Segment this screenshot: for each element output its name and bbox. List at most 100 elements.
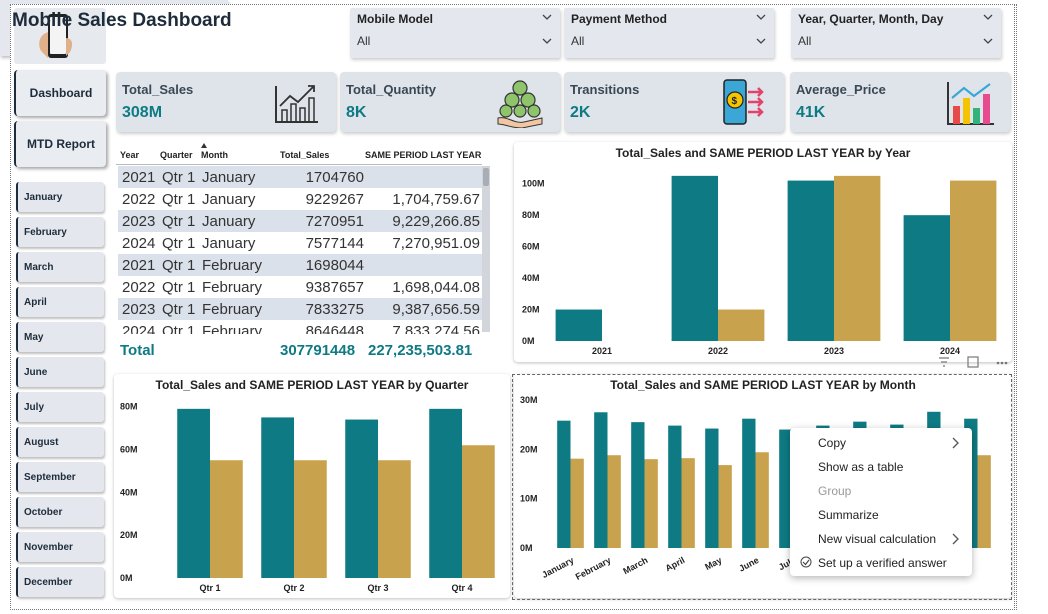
menu-item-new-visual-calculation[interactable]: New visual calculation	[818, 532, 936, 546]
y-tick-label: 0M	[120, 573, 133, 583]
month-label: June	[24, 367, 48, 378]
context-menu[interactable]: Copy Show as a table Group Summarize New vis…	[790, 428, 972, 576]
chevron-right-icon[interactable]	[952, 437, 960, 449]
quarter-chart-svg[interactable]: 0M 20M 40M 60M 80M Qtr 1 Qtr 2 Qtr 3 Qtr 4	[114, 374, 510, 598]
table-cell: 8646448	[305, 323, 364, 334]
verified-check-icon	[800, 556, 812, 568]
chevron-down-icon[interactable]	[756, 36, 766, 46]
month-button-december[interactable]: December	[16, 567, 104, 597]
table-row[interactable]: 2023 Qtr 1 January 7270951 9,229,266.85	[118, 210, 482, 232]
table-header-year[interactable]: Year	[120, 150, 139, 160]
month-button-october[interactable]: October	[16, 497, 104, 527]
month-label: September	[24, 472, 76, 483]
slicer-label: Payment Method	[571, 12, 668, 26]
table-header-quarter[interactable]: Quarter	[160, 150, 193, 160]
chevron-right-icon[interactable]	[952, 533, 960, 545]
month-button-september[interactable]: September	[16, 462, 104, 492]
month-button-january[interactable]: January	[16, 182, 104, 212]
table-cell: January	[202, 235, 256, 252]
month-button-may[interactable]: May	[16, 322, 104, 352]
bar-total-sales[interactable]	[345, 419, 378, 578]
table-cell: 7577144	[305, 235, 364, 252]
table-cell: Qtr 1	[162, 279, 196, 296]
chevron-down-icon[interactable]	[542, 12, 552, 22]
year-chart[interactable]: Total_Sales and SAME PERIOD LAST YEAR by…	[514, 142, 1012, 362]
chevron-down-icon[interactable]	[983, 36, 993, 46]
table-cell: 9387657	[305, 279, 364, 296]
chevron-down-icon[interactable]	[756, 12, 766, 22]
bar-total-sales[interactable]	[555, 309, 602, 341]
bar-total-sales[interactable]	[261, 417, 294, 578]
table-header-month[interactable]: Month	[201, 150, 228, 160]
y-tick-label: 100M	[522, 179, 545, 189]
table-header-total-sales[interactable]: Total_Sales	[280, 150, 329, 160]
bar-same-period[interactable]	[834, 175, 881, 341]
filter-icon[interactable]	[939, 357, 949, 367]
month-button-november[interactable]: November	[16, 532, 104, 562]
line-chart-icon	[275, 85, 318, 123]
page-title: Mobile Sales Dashboard	[12, 10, 232, 31]
bar-same-period[interactable]	[294, 460, 327, 578]
month-button-february[interactable]: February	[16, 217, 104, 247]
quarter-chart[interactable]: Total_Sales and SAME PERIOD LAST YEAR by…	[114, 374, 510, 598]
table-cell: 2022	[122, 279, 156, 296]
mtd-report-button[interactable]: MTD Report	[14, 121, 106, 167]
bar-total-sales[interactable]	[429, 408, 462, 578]
visual-header-icons[interactable]	[938, 356, 1010, 368]
chevron-down-icon[interactable]	[983, 12, 993, 22]
menu-item-summarize[interactable]: Summarize	[818, 508, 879, 522]
payment-method-slicer[interactable]: Payment Method All	[564, 8, 774, 58]
table-row[interactable]: 2023 Qtr 1 February 7833275 9,387,656.59	[118, 298, 482, 320]
bar-same-period[interactable]	[378, 460, 411, 578]
x-tick-label: Qtr 4	[451, 583, 472, 593]
menu-item-set-up-a-verified-answer[interactable]: Set up a verified answer	[818, 556, 947, 570]
bar-total-sales[interactable]	[177, 408, 210, 578]
slicer-value[interactable]: All	[571, 34, 584, 48]
scrollbar-thumb[interactable]	[483, 168, 489, 186]
kpi-label: Total_Sales	[122, 82, 194, 97]
mobile-model-slicer[interactable]: Mobile Model All	[350, 8, 560, 58]
table-body[interactable]: 2021 Qtr 1 January 1704760 2022 Qtr 1 January 9…	[116, 166, 482, 334]
slicer-value[interactable]: All	[798, 34, 811, 48]
bar-same-period[interactable]	[718, 309, 765, 341]
total-same-period-value: 227,235,503.81	[368, 342, 473, 359]
table-row[interactable]: 2021 Qtr 1 February 1698044	[118, 254, 482, 276]
bar-same-period[interactable]	[950, 180, 997, 341]
date-hierarchy-slicer[interactable]: Year, Quarter, Month, Day All	[791, 8, 1001, 58]
month-button-april[interactable]: April	[16, 287, 104, 317]
table-cell: Qtr 1	[162, 257, 196, 274]
more-options-icon[interactable]	[996, 361, 1008, 365]
bar-total-sales[interactable]	[903, 215, 950, 341]
month-button-august[interactable]: August	[16, 427, 104, 457]
menu-item-show-as-a-table[interactable]: Show as a table	[818, 460, 903, 474]
table-row[interactable]: 2022 Qtr 1 January 9229267 1,704,759.67	[118, 188, 482, 210]
slicer-value[interactable]: All	[357, 34, 370, 48]
kpi-average-price: Average_Price 41K	[790, 72, 1010, 132]
table-header-same-period[interactable]: SAME PERIOD LAST YEAR	[365, 150, 481, 160]
bar-total-sales[interactable]	[787, 180, 834, 341]
year-chart-svg[interactable]: 0M 20M 40M 60M 80M 100M 2021 2022 2023 2024	[514, 142, 1012, 362]
bar-total-sales[interactable]	[671, 175, 718, 341]
table-row[interactable]: 2022 Qtr 1 February 9387657 1,698,044.08	[118, 276, 482, 298]
month-button-july[interactable]: July	[16, 392, 104, 422]
x-tick-label: Qtr 2	[283, 583, 304, 593]
table-cell: 2023	[122, 213, 156, 230]
bar-same-period[interactable]	[462, 445, 495, 578]
coins-icon	[497, 80, 543, 128]
table-row[interactable]: 2024 Qtr 1 January 7577144 7,270,951.09	[118, 232, 482, 254]
table-row[interactable]: 2024 Qtr 1 February 8646448 7,833,274.56	[118, 320, 482, 334]
kpi-total-quantity: Total_Quantity 8K	[340, 72, 560, 132]
focus-mode-icon[interactable]	[967, 356, 979, 368]
table-row[interactable]: 2021 Qtr 1 January 1704760	[118, 166, 482, 188]
month-button-june[interactable]: June	[16, 357, 104, 387]
menu-item-copy[interactable]: Copy	[818, 436, 846, 450]
month-label: March	[24, 262, 54, 273]
month-button-march[interactable]: March	[16, 252, 104, 282]
bar-same-period[interactable]	[210, 460, 243, 578]
month-label: July	[24, 402, 45, 413]
dashboard-button[interactable]: Dashboard	[14, 70, 106, 116]
kpi-total-sales: Total_Sales 308M	[116, 72, 336, 132]
sales-table[interactable]: Year Quarter Month Total_Sales SAME PERI…	[116, 142, 508, 362]
table-scrollbar[interactable]	[482, 166, 490, 332]
chevron-down-icon[interactable]	[542, 36, 552, 46]
